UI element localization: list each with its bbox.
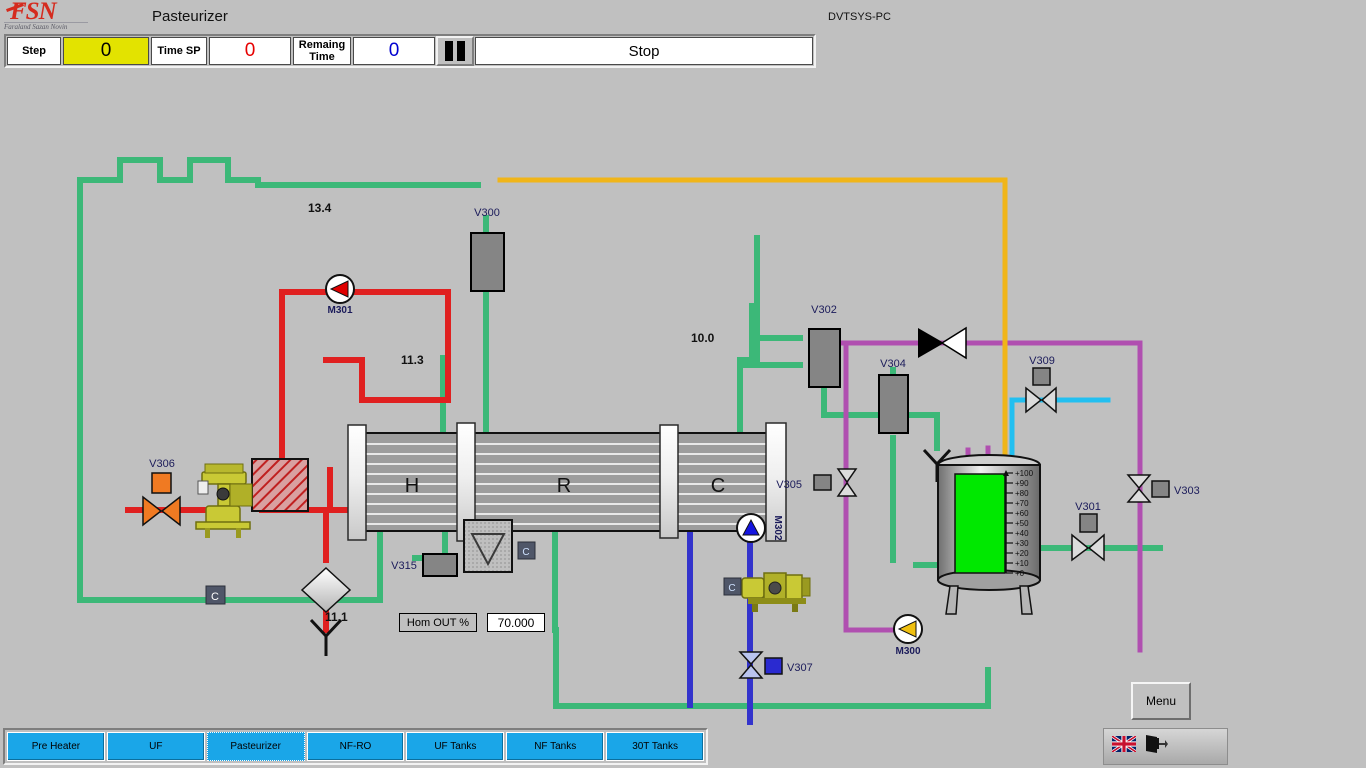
steam-heater	[252, 459, 308, 511]
svg-text:+90: +90	[1015, 479, 1029, 488]
valve-v305-label: V305	[776, 479, 802, 491]
valve-v300-label: V300	[474, 207, 500, 219]
control-button-hom[interactable]: C	[518, 542, 535, 559]
page-title: Pasteurizer	[152, 8, 228, 25]
logo-text: FSN	[10, 1, 56, 23]
bottom-bar: Pre Heater UF Pasteurizer NF-RO UF Tanks…	[0, 725, 1366, 768]
svg-text:+50: +50	[1015, 519, 1029, 528]
motor-m300[interactable]: M300	[894, 615, 922, 657]
svg-text:C: C	[522, 547, 529, 558]
valve-v303-label: V303	[1174, 485, 1200, 497]
svg-text:+60: +60	[1015, 509, 1029, 518]
product-tank[interactable]: +100 +90 +80 +70 +60 +50 +40 +30 +20 +10…	[938, 455, 1040, 614]
tab-uf[interactable]: UF	[107, 732, 205, 761]
remaining-time-value[interactable]: 0	[353, 37, 435, 65]
motor-m300-label: M300	[895, 646, 920, 657]
tab-uf-tanks[interactable]: UF Tanks	[406, 732, 504, 761]
svg-text:+20: +20	[1015, 549, 1029, 558]
pc-name-label: DVTSYS-PC	[828, 11, 891, 23]
valve-v309[interactable]: V309	[1026, 355, 1056, 412]
hom-out-label: Hom OUT %	[399, 613, 477, 632]
tab-pasteurizer[interactable]: Pasteurizer	[207, 732, 305, 761]
valve-v315-label: V315	[391, 560, 417, 572]
valve-v301[interactable]: V301	[1072, 501, 1104, 560]
menu-button[interactable]: Menu	[1131, 682, 1191, 720]
tab-30t-tanks[interactable]: 30T Tanks	[606, 732, 704, 761]
motor-m301-label: M301	[327, 305, 352, 316]
exchanger-section-r: R	[557, 475, 571, 497]
valve-v306[interactable]: V306	[143, 458, 180, 525]
logo-tagline: Faraland Sazan Novin	[4, 23, 67, 31]
process-diagram: H R C V300 V302 V304 V315 V306 V3	[0, 70, 1366, 725]
svg-text:+10: +10	[1015, 559, 1029, 568]
status-bar: Step 0 Time SP 0 Remaing Time 0 Stop	[4, 34, 816, 68]
pipe-tag-10-0: 10.0	[691, 331, 715, 345]
system-tray	[1103, 728, 1228, 765]
control-button-pump[interactable]: C	[724, 578, 741, 595]
modulating-control-valve[interactable]	[196, 464, 252, 538]
exit-door-icon[interactable]	[1144, 734, 1168, 759]
time-sp-value[interactable]: 0	[209, 37, 291, 65]
valve-v309-label: V309	[1029, 355, 1055, 367]
sight-glass	[302, 568, 350, 612]
check-valve	[918, 328, 966, 358]
valve-v315[interactable]: V315	[391, 554, 457, 576]
svg-text:C: C	[728, 583, 735, 594]
valve-v304-label: V304	[880, 358, 906, 370]
valve-v302-label: V302	[811, 304, 837, 316]
hom-out-value[interactable]: 70.000	[487, 613, 545, 632]
motor-m302[interactable]: M302	[737, 514, 783, 542]
company-logo: FSN Faraland Sazan Novin	[4, 1, 90, 33]
valve-v304[interactable]: V304	[879, 358, 908, 433]
motor-m301[interactable]: M301	[326, 275, 354, 316]
step-label: Step	[7, 37, 61, 65]
pipe-tag-13-4: 13.4	[308, 201, 332, 215]
pause-bar-right	[457, 41, 465, 61]
svg-text:+30: +30	[1015, 539, 1029, 548]
svg-text:+70: +70	[1015, 499, 1029, 508]
plate-heat-exchanger: H R C	[348, 423, 786, 541]
time-sp-label: Time SP	[151, 37, 207, 65]
tab-pre-heater[interactable]: Pre Heater	[7, 732, 105, 761]
valve-v301-label: V301	[1075, 501, 1101, 513]
valve-v307-label: V307	[787, 662, 813, 674]
svg-text:+40: +40	[1015, 529, 1029, 538]
valve-v307[interactable]: V307	[740, 652, 813, 678]
navigation-tab-strip: Pre Heater UF Pasteurizer NF-RO UF Tanks…	[3, 728, 708, 765]
valve-v303[interactable]: V303	[1128, 475, 1200, 502]
svg-text:C: C	[211, 591, 219, 603]
pipe-tag-11-1: 11.1	[325, 610, 348, 624]
pause-bar-left	[445, 41, 453, 61]
app-header: FSN Faraland Sazan Novin Pasteurizer DVT…	[0, 0, 1366, 34]
machine-state-text: Stop	[475, 37, 813, 65]
pipe-tag-11-3: 11.3	[401, 353, 424, 367]
uk-flag-icon[interactable]	[1112, 736, 1136, 757]
remaining-time-label: Remaing Time	[293, 37, 351, 65]
exchanger-section-h: H	[405, 475, 419, 497]
pause-icon[interactable]	[436, 36, 474, 66]
svg-text:+80: +80	[1015, 489, 1029, 498]
svg-text:+100: +100	[1015, 469, 1034, 478]
homogenizer-pump[interactable]	[742, 573, 810, 612]
tab-nf-ro[interactable]: NF-RO	[307, 732, 405, 761]
motor-m302-label: M302	[772, 515, 783, 540]
tank-level-fill	[955, 474, 1005, 573]
svg-text:+0: +0	[1015, 569, 1025, 578]
control-button-valve[interactable]: C	[206, 586, 225, 604]
valve-v306-label: V306	[149, 458, 175, 470]
step-value[interactable]: 0	[63, 37, 149, 65]
homogenizer-unit[interactable]	[464, 520, 512, 572]
tab-nf-tanks[interactable]: NF Tanks	[506, 732, 604, 761]
valve-v302[interactable]: V302	[809, 304, 840, 387]
exchanger-section-c: C	[711, 475, 725, 497]
